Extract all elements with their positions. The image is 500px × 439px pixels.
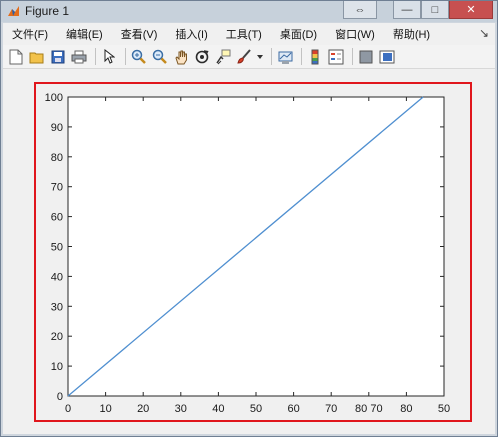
highlight-frame: [34, 82, 472, 422]
